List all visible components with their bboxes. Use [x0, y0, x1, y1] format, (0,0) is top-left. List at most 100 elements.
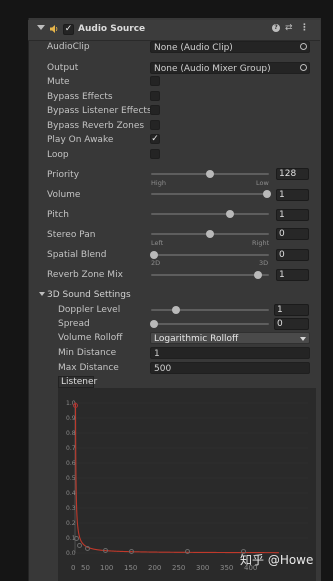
help-icon[interactable]: ?	[272, 24, 280, 32]
x-tick-label: 0	[71, 564, 76, 572]
audioclip-value: None (Audio Clip)	[154, 43, 233, 53]
priority-value-field[interactable]: 128	[276, 168, 309, 180]
min-distance-field[interactable]: 1	[150, 347, 310, 359]
reverb-zone-mix-value-field[interactable]: 1	[276, 269, 309, 281]
stereo-pan-value-field[interactable]: 0	[276, 228, 309, 240]
spatial-blend-slider-track[interactable]	[151, 254, 269, 256]
pitch-value-field[interactable]: 1	[276, 209, 309, 221]
audioclip-label: AudioClip	[47, 42, 90, 52]
curve-keyframe[interactable]	[103, 548, 108, 553]
y-tick-label: 0.9	[66, 415, 76, 422]
stereo-pan-max-label: Right	[252, 239, 270, 247]
object-picker-icon[interactable]	[300, 43, 307, 50]
foldout-arrow-icon[interactable]	[39, 292, 45, 296]
loop-checkbox[interactable]	[150, 149, 160, 159]
spatial-blend-value-field[interactable]: 0	[276, 249, 309, 261]
mute-checkbox[interactable]	[150, 76, 160, 86]
volume-slider-track[interactable]	[151, 193, 269, 195]
volume-value: 1	[279, 190, 285, 200]
curve-keyframe[interactable]	[129, 549, 134, 554]
volume-value-field[interactable]: 1	[276, 189, 309, 201]
spread-label: Spread	[58, 319, 90, 329]
doppler-level-value-field[interactable]: 1	[274, 304, 309, 316]
spread-slider-track[interactable]	[151, 323, 269, 325]
curve-keyframe[interactable]	[85, 546, 90, 551]
y-tick-label: 0.3	[66, 505, 76, 512]
volume-rolloff-value: Logarithmic Rolloff	[154, 334, 239, 344]
reverb-zone-mix-value: 1	[279, 270, 285, 280]
priority-value: 128	[279, 169, 297, 179]
volume-rolloff-dropdown[interactable]: Logarithmic Rolloff	[150, 332, 310, 344]
x-tick-label: 100	[100, 564, 114, 572]
stereo-pan-value: 0	[279, 229, 285, 239]
spread-slider-thumb[interactable]	[150, 320, 158, 328]
pitch-slider-track[interactable]	[151, 213, 269, 215]
bypass-effects-label: Bypass Effects	[47, 92, 113, 102]
y-tick-label: 0.5	[66, 475, 76, 482]
min-distance-label: Min Distance	[58, 348, 117, 358]
speaker-icon	[49, 24, 58, 34]
output-field[interactable]: None (Audio Mixer Group)	[150, 62, 310, 74]
foldout-arrow-icon[interactable]	[37, 25, 45, 30]
output-value: None (Audio Mixer Group)	[154, 64, 271, 74]
y-tick-label: 0.7	[66, 445, 76, 452]
y-tick-label: 0.4	[66, 490, 76, 497]
listener-legend-label: Listener	[61, 377, 98, 387]
max-distance-value: 500	[154, 364, 172, 374]
spread-value-field[interactable]: 0	[274, 318, 309, 330]
max-distance-field[interactable]: 500	[150, 362, 310, 374]
doppler-level-slider-thumb[interactable]	[172, 306, 180, 314]
reverb-zone-mix-slider-track[interactable]	[151, 274, 269, 276]
curve-keyframe[interactable]	[73, 403, 78, 408]
reverb-zone-mix-slider-thumb[interactable]	[254, 271, 262, 279]
spatial-blend-value: 0	[279, 250, 285, 260]
reverb-zone-mix-label: Reverb Zone Mix	[47, 270, 123, 280]
component-title: Audio Source	[78, 24, 146, 34]
bypass-effects-checkbox[interactable]	[150, 91, 160, 101]
y-tick-label: 0.8	[66, 430, 76, 437]
output-label: Output	[47, 63, 79, 73]
volume-label: Volume	[47, 190, 81, 200]
sound3d-foldout-title[interactable]: 3D Sound Settings	[47, 290, 131, 300]
x-tick-label: 150	[124, 564, 138, 572]
watermark-text: 知乎 @Howe	[240, 553, 314, 567]
curve-keyframe[interactable]	[77, 543, 82, 548]
bypass-listener-effects-label: Bypass Listener Effects	[47, 106, 152, 116]
mute-label: Mute	[47, 77, 70, 87]
y-tick-label: 0.6	[66, 460, 76, 467]
min-distance-value: 1	[154, 349, 160, 359]
priority-slider-thumb[interactable]	[206, 170, 214, 178]
object-picker-icon[interactable]	[300, 64, 307, 71]
spatial-blend-label: Spatial Blend	[47, 250, 107, 260]
context-menu-icon[interactable]: ⋮	[300, 23, 309, 33]
pitch-label: Pitch	[47, 210, 69, 220]
presets-icon[interactable]: ⇄	[285, 23, 293, 33]
priority-label: Priority	[47, 170, 80, 180]
spatial-blend-max-label: 3D	[259, 259, 269, 267]
x-tick-label: 250	[172, 564, 186, 572]
x-tick-label: 350	[220, 564, 234, 572]
doppler-level-label: Doppler Level	[58, 305, 121, 315]
x-tick-label: 200	[148, 564, 162, 572]
pitch-value: 1	[279, 210, 285, 220]
doppler-level-slider-track[interactable]	[151, 309, 269, 311]
bypass-listener-effects-checkbox[interactable]	[150, 105, 160, 115]
stereo-pan-slider-thumb[interactable]	[206, 230, 214, 238]
chevron-down-icon	[300, 337, 306, 341]
spatial-blend-min-label: 2D	[151, 259, 161, 267]
doppler-level-value: 1	[277, 305, 283, 315]
y-tick-label: 0.2	[66, 520, 76, 527]
bypass-reverb-zones-checkbox[interactable]	[150, 120, 160, 130]
volume-slider-thumb[interactable]	[263, 190, 271, 198]
audioclip-field[interactable]: None (Audio Clip)	[150, 41, 310, 53]
curve-keyframe[interactable]	[185, 549, 190, 554]
pitch-slider-thumb[interactable]	[226, 210, 234, 218]
play-on-awake-label: Play On Awake	[47, 135, 114, 145]
play-on-awake-checkbox[interactable]: ✓	[150, 134, 160, 144]
spatial-blend-slider-thumb[interactable]	[150, 251, 158, 259]
curve-keyframe[interactable]	[74, 536, 79, 541]
x-tick-label: 50	[81, 564, 90, 572]
priority-min-label: High	[151, 179, 166, 187]
component-enabled-checkbox[interactable]: ✓	[63, 24, 74, 35]
loop-label: Loop	[47, 150, 69, 160]
